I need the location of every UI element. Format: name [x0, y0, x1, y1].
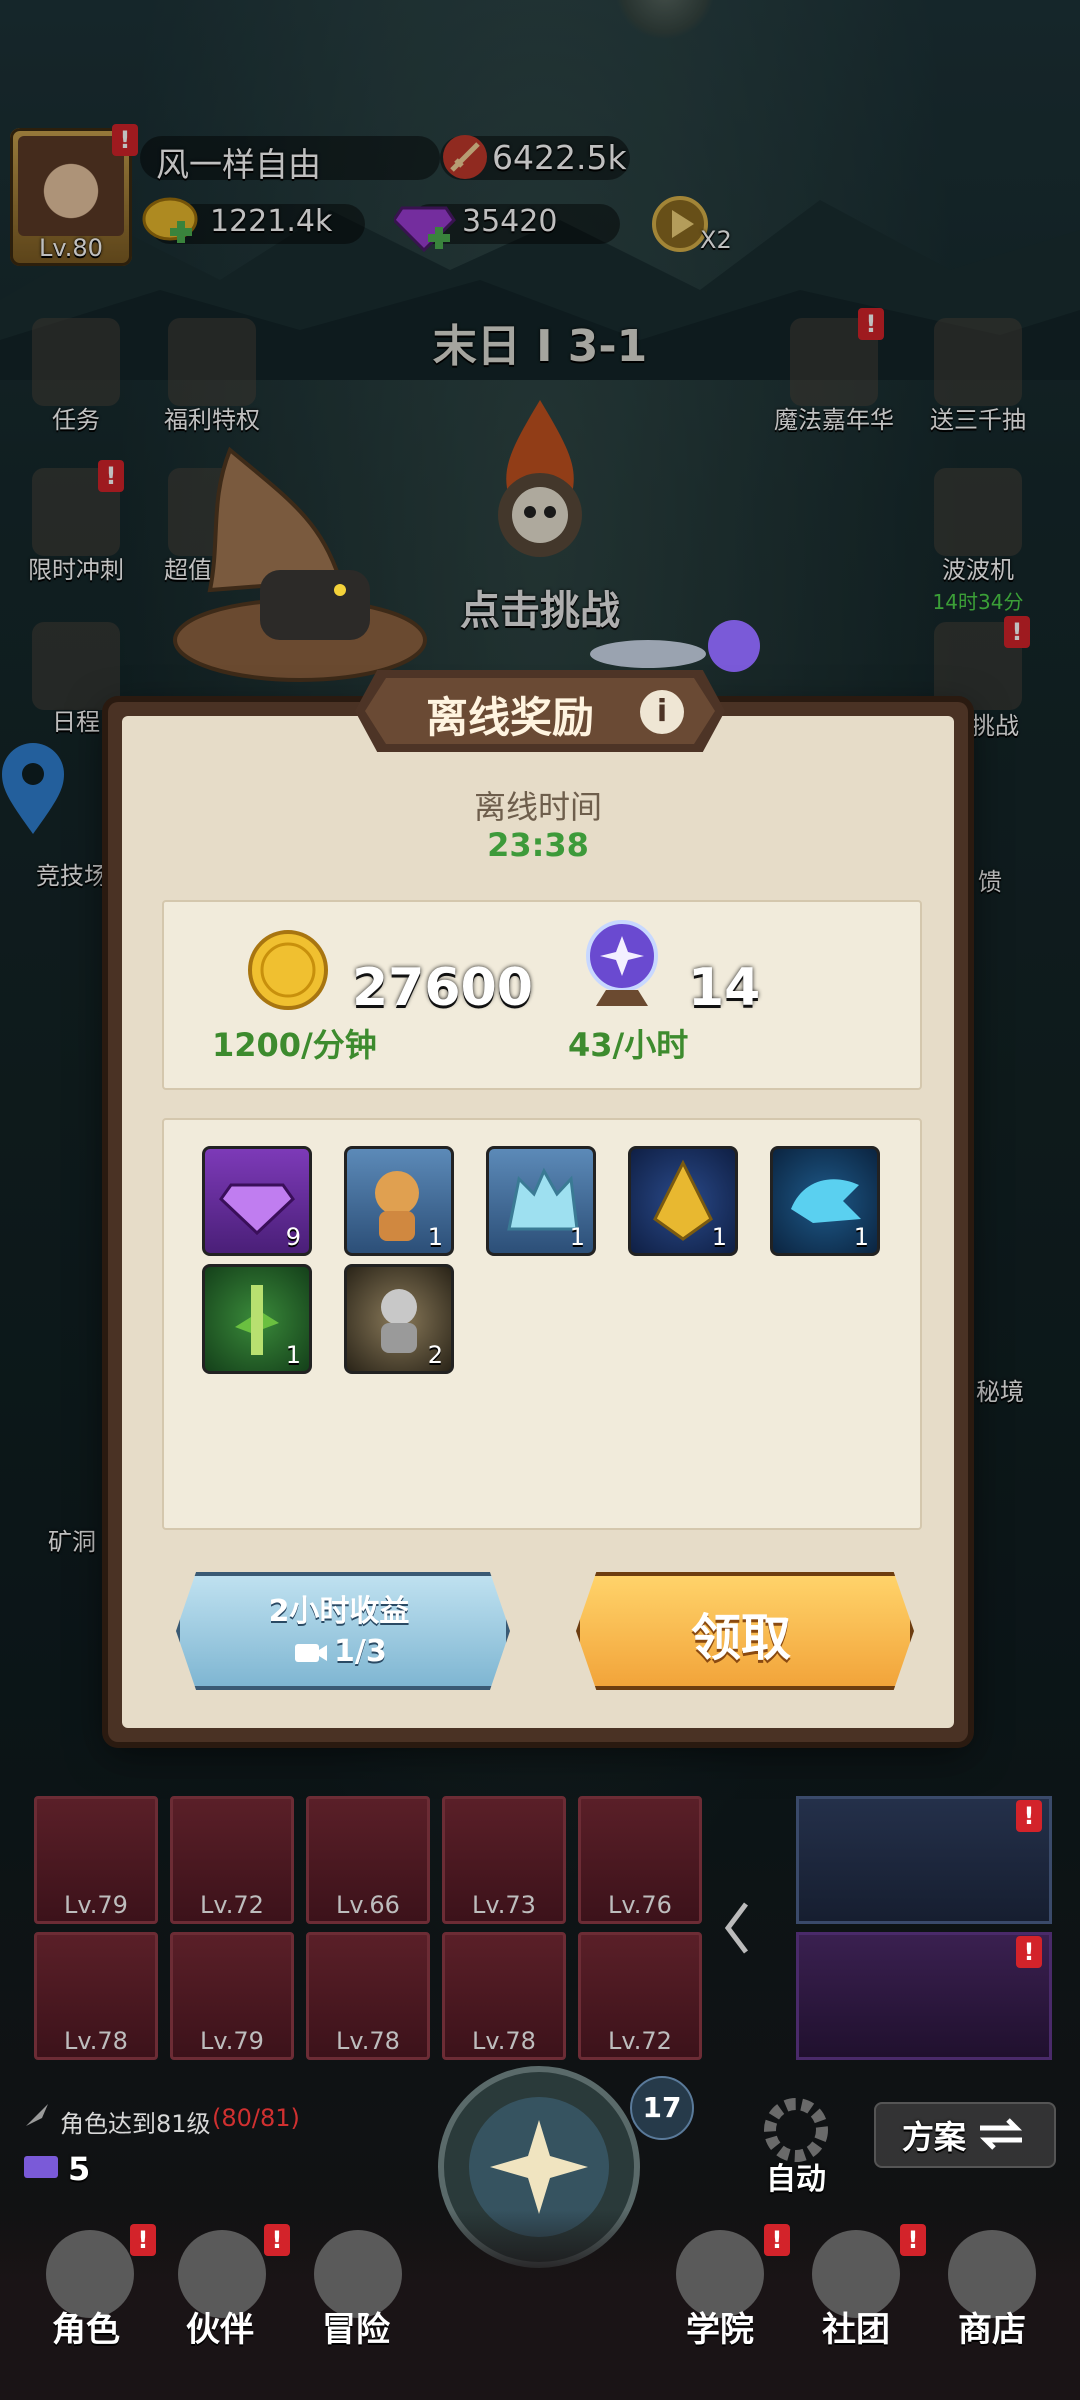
gear-slot[interactable]: Lv.72 — [578, 1932, 702, 2060]
nav-character[interactable]: 角色 — [26, 2302, 146, 2351]
auto-label[interactable]: 自动 — [756, 2154, 836, 2198]
orb-count-badge: 17 — [630, 2076, 694, 2140]
quill-icon — [26, 2104, 48, 2126]
income-button-label: 2小时收益 — [268, 1594, 410, 1629]
gear-slot[interactable]: Lv.79 — [170, 1932, 294, 2060]
item-count: 1 — [853, 1223, 869, 1251]
gear-level: Lv.72 — [200, 1891, 264, 1919]
gear-level: Lv.66 — [336, 1891, 400, 1919]
wizard-hat-mascot — [173, 446, 427, 682]
item-slot[interactable]: 2 — [344, 1264, 454, 1374]
nav-shop[interactable]: 商店 — [932, 2302, 1052, 2351]
nav-partner[interactable]: 伙伴 — [160, 2302, 280, 2351]
gear-level: Lv.78 — [472, 2027, 536, 2055]
item-count: 1 — [711, 1223, 727, 1251]
gear-slot[interactable]: Lv.66 — [306, 1796, 430, 1924]
quest-progress: (80/81) — [212, 2104, 300, 2132]
video-icon — [295, 1644, 327, 1662]
item-slot[interactable]: 1 — [770, 1146, 880, 1256]
item-count: 1 — [569, 1223, 585, 1251]
swap-arrows-icon — [979, 2118, 1023, 2150]
item-slot[interactable]: 9 — [202, 1146, 312, 1256]
ticket-count: 5 — [68, 2150, 91, 2188]
info-icon[interactable]: i — [640, 690, 684, 734]
guild-alert-badge: ! — [900, 2224, 926, 2256]
gear-level: Lv.72 — [608, 2027, 672, 2055]
gear-level: Lv.78 — [336, 2027, 400, 2055]
weapon-alert-badge: ! — [1016, 1936, 1042, 1968]
weapon-slot[interactable] — [796, 1932, 1052, 2060]
nav-adventure[interactable]: 冒险 — [296, 2302, 416, 2351]
item-count: 9 — [285, 1223, 301, 1251]
partner-alert-badge: ! — [264, 2224, 290, 2256]
nav-academy[interactable]: 学院 — [660, 2302, 780, 2351]
gear-slot[interactable]: Lv.72 — [170, 1796, 294, 1924]
gear-slot[interactable]: Lv.78 — [442, 1932, 566, 2060]
plan-label: 方案 — [902, 2118, 967, 2156]
compass-slot[interactable] — [796, 1796, 1052, 1924]
item-count: 1 — [285, 1341, 301, 1369]
crystal-orb-icon — [586, 920, 658, 1006]
nav-guild[interactable]: 社团 — [796, 2302, 916, 2351]
gear-slot[interactable]: Lv.79 — [34, 1796, 158, 1924]
gear-slot[interactable]: Lv.76 — [578, 1796, 702, 1924]
item-count: 1 — [427, 1223, 443, 1251]
item-slot[interactable]: 1 — [202, 1264, 312, 1374]
ticket-icon — [24, 2156, 58, 2178]
chevron-left-icon[interactable] — [722, 1900, 752, 1956]
offline-time-value: 23:38 — [487, 826, 589, 864]
gear-level: Lv.73 — [472, 1891, 536, 1919]
gear-level: Lv.79 — [64, 1891, 128, 1919]
gear-level: Lv.76 — [608, 1891, 672, 1919]
academy-alert-badge: ! — [764, 2224, 790, 2256]
gold-coin-icon — [248, 930, 328, 1010]
orb-reward-rate: 43/小时 — [568, 1026, 689, 1064]
modal-title: 离线奖励 — [425, 693, 594, 742]
gear-slot[interactable]: Lv.78 — [34, 1932, 158, 2060]
item-slot[interactable]: 1 — [628, 1146, 738, 1256]
character-alert-badge: ! — [130, 2224, 156, 2256]
item-slot[interactable]: 1 — [344, 1146, 454, 1256]
gear-slot[interactable]: Lv.73 — [442, 1796, 566, 1924]
quest-text[interactable]: 角色达到81级 — [60, 2104, 211, 2139]
orb-reward-amount: 14 — [688, 958, 761, 1018]
income-uses-count: 1/3 — [334, 1634, 387, 1669]
offline-time-label: 离线时间 — [473, 788, 602, 826]
claim-button-label: 领取 — [691, 1609, 791, 1667]
item-count: 2 — [427, 1341, 443, 1369]
compass-alert-badge: ! — [1016, 1800, 1042, 1832]
item-slot[interactable]: 1 — [486, 1146, 596, 1256]
gear-slot[interactable]: Lv.78 — [306, 1932, 430, 2060]
gold-reward-amount: 27600 — [352, 958, 533, 1018]
gear-level: Lv.79 — [200, 2027, 264, 2055]
gold-reward-rate: 1200/分钟 — [212, 1026, 377, 1064]
gear-level: Lv.78 — [64, 2027, 128, 2055]
